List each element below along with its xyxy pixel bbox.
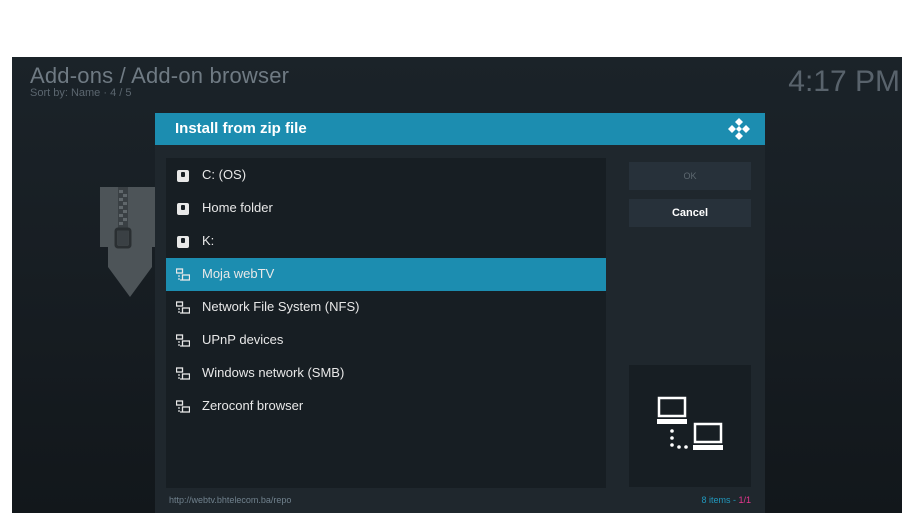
source-list: C: (OS) Home folder K: Moja webTV Networ… <box>166 158 606 488</box>
list-item-label: Zeroconf browser <box>202 398 304 413</box>
list-item-selected[interactable]: Moja webTV <box>166 258 606 291</box>
list-item-label: C: (OS) <box>202 167 247 182</box>
ok-button[interactable]: OK <box>629 162 751 190</box>
dialog-title: Install from zip file <box>175 120 307 137</box>
sort-info: Sort by: Name · 4 / 5 <box>30 87 132 99</box>
dialog-header: Install from zip file <box>155 113 765 145</box>
footer-path: http://webtv.bhtelecom.ba/repo <box>169 495 292 505</box>
page-count: 1/1 <box>738 495 751 505</box>
list-item[interactable]: Network File System (NFS) <box>166 291 606 324</box>
drive-icon <box>177 203 189 215</box>
list-item[interactable]: C: (OS) <box>166 159 606 192</box>
list-item-label: Moja webTV <box>202 266 275 281</box>
network-icon <box>176 301 190 314</box>
list-item-label: Windows network (SMB) <box>202 365 345 380</box>
install-from-zip-dialog: Install from zip file C: (OS) Home folde… <box>155 113 765 513</box>
clock: 4:17 PM <box>788 65 900 98</box>
network-icon <box>176 334 190 347</box>
list-item[interactable]: K: <box>166 225 606 258</box>
page-title: Add-ons / Add-on browser <box>30 63 290 88</box>
list-item-label: K: <box>202 233 215 248</box>
list-item[interactable]: Home folder <box>166 192 606 225</box>
footer-item-count: 8 items - 1/1 <box>701 495 751 505</box>
network-thumbnail <box>629 365 751 487</box>
network-icon <box>176 268 190 281</box>
drive-icon <box>177 170 189 182</box>
network-icon <box>176 400 190 413</box>
drive-icon <box>177 236 189 248</box>
list-item-label: Network File System (NFS) <box>202 299 360 314</box>
list-item[interactable]: Zeroconf browser <box>166 390 606 423</box>
list-item[interactable]: Windows network (SMB) <box>166 357 606 390</box>
item-count: 8 items - <box>701 495 739 505</box>
network-devices-icon <box>657 396 723 450</box>
kodi-logo-icon <box>728 118 750 140</box>
kodi-screen: Add-ons / Add-on browser Sort by: Name ·… <box>12 57 902 513</box>
list-item-label: Home folder <box>202 200 273 215</box>
network-icon <box>176 367 190 380</box>
list-item-label: UPnP devices <box>202 332 284 347</box>
cancel-button[interactable]: Cancel <box>629 199 751 227</box>
list-item[interactable]: UPnP devices <box>166 324 606 357</box>
